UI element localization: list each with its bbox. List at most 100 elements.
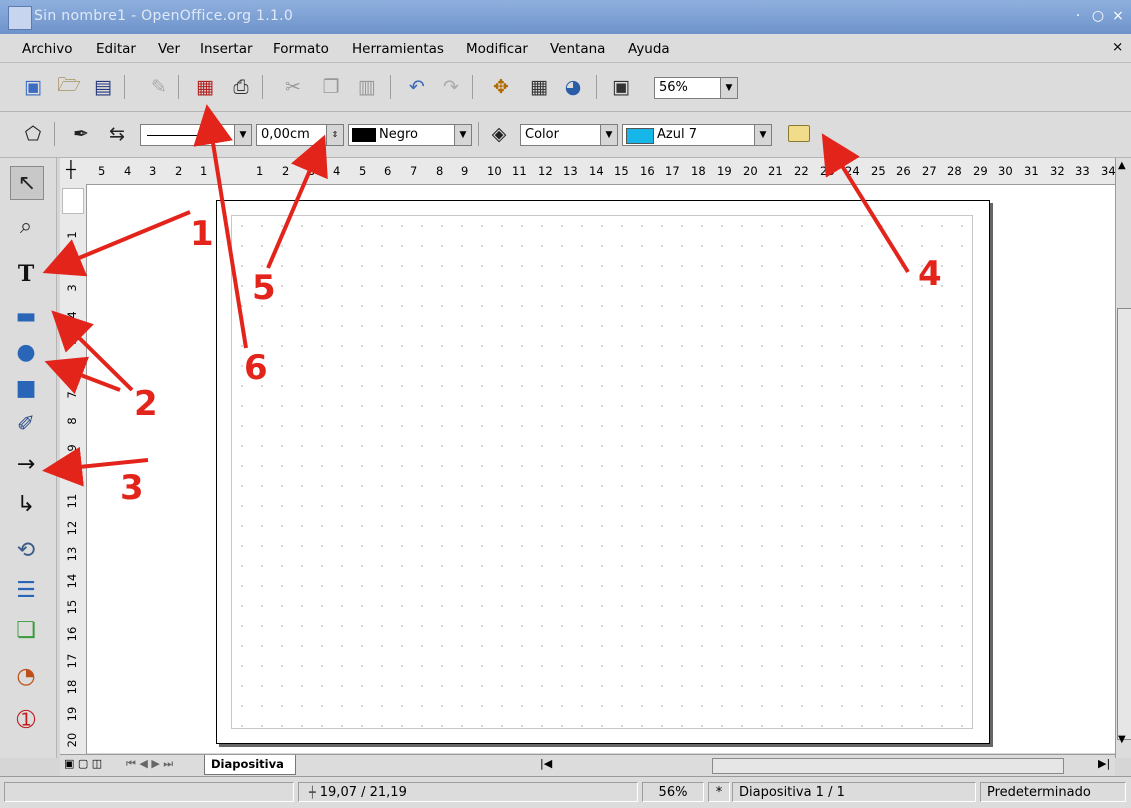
close-document-icon[interactable]: × [1112, 39, 1123, 55]
ruler-tick-label: 18 [691, 164, 706, 178]
scroll-down-icon[interactable]: ▼ [1118, 734, 1126, 745]
line-color-combo[interactable]: Negro ▼ [348, 124, 472, 146]
horizontal-scrollbar-thumb[interactable] [712, 758, 1064, 774]
tab-stop-icon[interactable]: ┼ [66, 160, 76, 179]
toolbar-separator [390, 75, 391, 99]
insert-object-tool-icon[interactable]: ◔ [10, 660, 42, 692]
tab-navigation-icons[interactable]: ⏮ ◀ ▶ ⏭ [126, 757, 173, 771]
area-fill-combo[interactable]: Azul 7 ▼ [622, 124, 772, 146]
arrange-tool-icon[interactable]: ❏ [10, 614, 42, 646]
area-fill-swatch [626, 128, 654, 144]
edit-file-icon[interactable]: ✎ [146, 74, 172, 100]
spin-arrows-icon[interactable]: ⇕ [326, 125, 343, 145]
line-style-combo[interactable]: ▼ [140, 124, 252, 146]
zoom-combo[interactable]: 56% ▼ [654, 77, 738, 99]
navigator-icon[interactable]: ✥ [488, 74, 514, 100]
display-image-icon[interactable]: ▣ [608, 74, 634, 100]
ruler-tick-label: 31 [1024, 164, 1039, 178]
menu-bar: Archivo Editar Ver Insertar Formato Herr… [0, 34, 1131, 63]
vertical-scrollbar[interactable]: ▲ ▼ [1115, 158, 1131, 758]
text-tool-icon[interactable]: T [10, 258, 42, 290]
ruler-tick-label: 7 [410, 164, 418, 178]
standard-toolbar: ▣ 🗁 ▤ ✎ ▦ ⎙ ✂ ❐ ▥ ↶ ↷ ✥ ▦ ◕ ▣ 56% ▼ [0, 63, 1131, 112]
line-icon[interactable]: ✒ [68, 121, 94, 147]
cut-icon[interactable]: ✂ [280, 74, 306, 100]
ruler-tick-label: 33 [1075, 164, 1090, 178]
menu-ayuda[interactable]: Ayuda [628, 41, 670, 57]
tab-diapositiva-1[interactable]: Diapositiva 1 [204, 755, 296, 789]
line-width-spinner[interactable]: 0,00cm ⇕ [256, 124, 344, 146]
ruler-tick-label: 4 [65, 311, 79, 319]
ruler-tick-label: 24 [845, 164, 860, 178]
new-document-icon[interactable]: ▣ [20, 74, 46, 100]
connector-tool-icon[interactable]: ↳ [10, 488, 42, 520]
data-sources-icon[interactable]: ◕ [560, 74, 586, 100]
slide-page[interactable] [216, 200, 990, 744]
status-position-value: 19,07 / 21,19 [319, 785, 407, 800]
menu-ventana[interactable]: Ventana [550, 41, 605, 57]
ruler-tick-label: 11 [65, 493, 79, 509]
status-message [4, 782, 294, 802]
chevron-down-icon[interactable]: ▼ [234, 125, 251, 145]
select-tool-icon[interactable]: ↖ [10, 166, 44, 200]
menu-herramientas[interactable]: Herramientas [352, 41, 444, 57]
menu-insertar[interactable]: Insertar [200, 41, 253, 57]
status-zoom[interactable]: 56% [642, 782, 704, 802]
save-icon[interactable]: ▤ [90, 74, 116, 100]
ruler-tick-label: 22 [794, 164, 809, 178]
3d-objects-tool-icon[interactable]: ■ [10, 372, 42, 404]
curve-tool-icon[interactable]: ✐ [10, 408, 42, 440]
chevron-down-icon[interactable]: ▼ [454, 125, 471, 145]
scroll-up-icon[interactable]: ▲ [1118, 160, 1126, 171]
line-arrow-tool-icon[interactable]: → [10, 448, 42, 480]
export-pdf-icon[interactable]: ▦ [192, 74, 218, 100]
view-mode-icons[interactable]: ▣ ▢ ◫ [64, 757, 102, 770]
app-icon [8, 6, 32, 30]
ruler-tick-label: 1 [200, 164, 208, 178]
minimize-icon[interactable]: · [1070, 8, 1086, 24]
shadow-icon[interactable] [786, 120, 812, 146]
menu-ver[interactable]: Ver [158, 41, 180, 57]
gallery-icon[interactable]: ▦ [526, 74, 552, 100]
zoom-tool-icon[interactable]: ⌕ [10, 210, 42, 242]
paste-icon[interactable]: ▥ [354, 74, 380, 100]
chevron-down-icon[interactable]: ▼ [720, 78, 737, 98]
open-folder-icon[interactable]: 🗁 [56, 74, 82, 100]
maximize-icon[interactable]: ○ [1090, 8, 1106, 24]
undo-icon[interactable]: ↶ [404, 74, 430, 100]
menu-editar[interactable]: Editar [96, 41, 136, 57]
print-icon[interactable]: ⎙ [228, 74, 254, 100]
title-bar: Sin nombre1 - OpenOffice.org 1.1.0 · ○ × [0, 0, 1131, 34]
rectangle-tool-icon[interactable]: ▬ [10, 300, 42, 332]
copy-icon[interactable]: ❐ [318, 74, 344, 100]
menu-formato[interactable]: Formato [273, 41, 329, 57]
ruler-tick-label: 12 [65, 520, 79, 535]
scroll-right-icon[interactable]: ▶| [1098, 757, 1110, 770]
area-style-combo[interactable]: Color ▼ [520, 124, 618, 146]
chevron-down-icon[interactable]: ▼ [754, 125, 771, 145]
ruler-tick-label: 6 [384, 164, 392, 178]
position-icon: ┿ [309, 786, 316, 799]
ruler-tick-label: 28 [947, 164, 962, 178]
redo-icon[interactable]: ↷ [438, 74, 464, 100]
edit-points-icon[interactable]: ⬠ [20, 121, 46, 147]
chevron-down-icon[interactable]: ▼ [600, 125, 617, 145]
menu-archivo[interactable]: Archivo [22, 41, 72, 57]
toolbar-separator [478, 122, 479, 146]
ellipse-tool-icon[interactable]: ● [10, 336, 42, 368]
menu-modificar[interactable]: Modificar [466, 41, 528, 57]
scrollbar-thumb[interactable] [1117, 308, 1131, 740]
ruler-tick-label: 2 [175, 164, 183, 178]
close-icon[interactable]: × [1110, 8, 1126, 24]
ruler-tick-label: 8 [65, 417, 79, 425]
align-tool-icon[interactable]: ☰ [10, 574, 42, 606]
area-icon[interactable]: ◈ [486, 121, 512, 147]
arrow-style-icon[interactable]: ⇆ [104, 121, 130, 147]
ruler-tick-label: 30 [998, 164, 1013, 178]
ruler-tick-label: 7 [65, 390, 79, 399]
3d-rotation-tool-icon[interactable]: ➀ [10, 704, 42, 736]
scroll-left-icon[interactable]: |◀ [540, 757, 552, 770]
annotation-label-2: 2 [134, 384, 158, 424]
vertical-ruler: 1 2 3 4 5 6 7 8 9 10 11 12 13 14 15 16 17 18 19 20 [60, 184, 87, 754]
effects-tool-icon[interactable]: ⟲ [10, 534, 42, 566]
